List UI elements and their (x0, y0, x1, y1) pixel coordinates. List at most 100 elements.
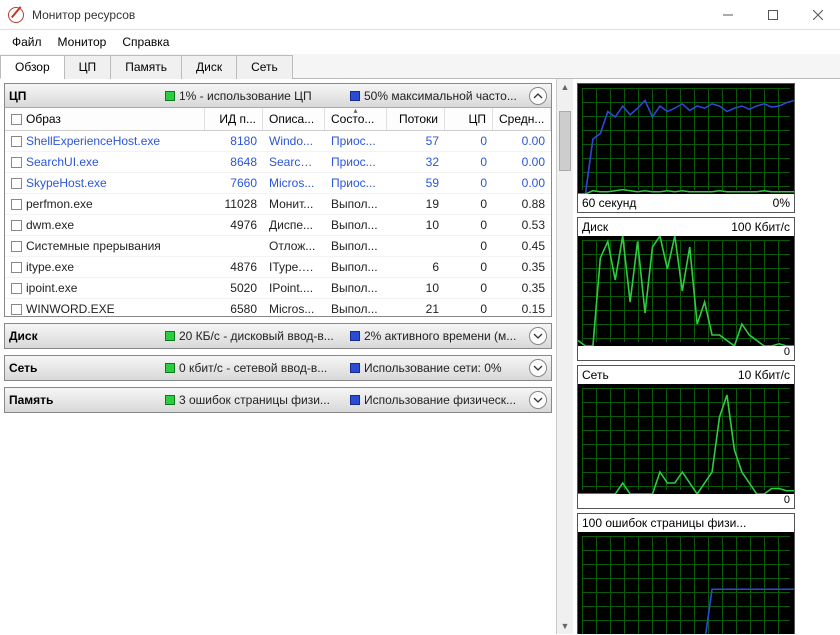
checkbox-all[interactable] (11, 114, 22, 125)
section-disk-header[interactable]: Диск 20 КБ/с - дисковый ввод-в... 2% акт… (5, 324, 551, 348)
row-checkbox[interactable] (11, 199, 22, 210)
col-avg[interactable]: Средн... (493, 108, 551, 130)
section-mem: Память 3 ошибок страницы физи... Использ… (4, 387, 552, 413)
section-disk-stat1: 20 КБ/с - дисковый ввод-в... (165, 329, 344, 343)
section-net-title: Сеть (9, 361, 159, 375)
table-row[interactable]: perfmon.exe11028Монит...Выпол...1900.88 (5, 194, 551, 215)
section-cpu-stat2: 50% максимальной часто... (350, 89, 529, 103)
section-mem-stat1: 3 ошибок страницы физи... (165, 393, 344, 407)
col-cpu[interactable]: ЦП (445, 108, 493, 130)
cpu-table-body[interactable]: ShellExperienceHost.exe8180Windo...Приос… (5, 131, 551, 316)
titlebar: Монитор ресурсов (0, 0, 840, 30)
section-disk-title: Диск (9, 329, 159, 343)
graph-footer-left: 60 секунд (582, 196, 636, 210)
row-checkbox[interactable] (11, 283, 22, 294)
tab-network[interactable]: Сеть (236, 55, 293, 79)
graph-box: 100 ошибок страницы физи... (577, 513, 795, 634)
menu-monitor[interactable]: Монитор (50, 33, 115, 51)
scroll-down-icon[interactable]: ▼ (557, 618, 573, 634)
right-pane: 60 секунд 0% Диск 100 Кбит/с 0 Сеть 10 Кбит/с 0… (573, 79, 803, 634)
graph-canvas (578, 384, 794, 494)
graph-box: Сеть 10 Кбит/с 0 (577, 365, 795, 509)
section-cpu: ЦП 1% - использование ЦП 50% максимально… (4, 83, 552, 317)
blue-square-icon (350, 395, 360, 405)
graph-canvas (578, 532, 794, 634)
maximize-button[interactable] (750, 0, 795, 30)
graph-footer-right: 0% (773, 196, 790, 210)
graph-canvas (578, 236, 794, 346)
table-row[interactable]: SearchUI.exe8648Search ...Приос...3200.0… (5, 152, 551, 173)
section-cpu-stat1: 1% - использование ЦП (165, 89, 344, 103)
row-checkbox[interactable] (11, 262, 22, 273)
expand-button[interactable] (529, 327, 547, 345)
graph-footer: 0 (578, 346, 794, 360)
col-status[interactable]: ▴Состо... (325, 108, 387, 130)
main: ЦП 1% - использование ЦП 50% максимально… (0, 79, 840, 634)
table-row[interactable]: WINWORD.EXE6580Micros...Выпол...2100.15 (5, 299, 551, 316)
tab-cpu[interactable]: ЦП (64, 55, 112, 79)
row-checkbox[interactable] (11, 241, 22, 252)
section-net-header[interactable]: Сеть 0 кбит/с - сетевой ввод-в... Исполь… (5, 356, 551, 380)
table-row[interactable]: itype.exe4876IType.exeВыпол...600.35 (5, 257, 551, 278)
section-net: Сеть 0 кбит/с - сетевой ввод-в... Исполь… (4, 355, 552, 381)
section-cpu-header[interactable]: ЦП 1% - использование ЦП 50% максимально… (5, 84, 551, 108)
green-square-icon (165, 91, 175, 101)
menu-file[interactable]: Файл (4, 33, 50, 51)
graph-title-left: 100 ошибок страницы физи... (582, 516, 746, 530)
collapse-button[interactable] (529, 87, 547, 105)
green-square-icon (165, 395, 175, 405)
tab-overview[interactable]: Обзор (0, 55, 65, 79)
section-cpu-title: ЦП (9, 89, 159, 103)
blue-square-icon (350, 91, 360, 101)
vertical-scrollbar[interactable]: ▲ ▼ (556, 79, 573, 634)
tab-disk[interactable]: Диск (181, 55, 237, 79)
row-checkbox[interactable] (11, 178, 22, 189)
row-checkbox[interactable] (11, 304, 22, 315)
graph-box: 60 секунд 0% (577, 83, 795, 213)
green-square-icon (165, 363, 175, 373)
section-mem-title: Память (9, 393, 159, 407)
close-button[interactable] (795, 0, 840, 30)
col-desc[interactable]: Описа... (263, 108, 325, 130)
table-row[interactable]: dwm.exe4976Диспе...Выпол...1000.53 (5, 215, 551, 236)
menubar: Файл Монитор Справка (0, 30, 840, 54)
section-disk-stat2: 2% активного времени (м... (350, 329, 529, 343)
blue-square-icon (350, 363, 360, 373)
graph-canvas (578, 84, 794, 194)
graph-title-right: 10 Кбит/с (738, 368, 790, 382)
window-title: Монитор ресурсов (32, 8, 705, 22)
col-threads[interactable]: Потоки (387, 108, 445, 130)
col-pid[interactable]: ИД п... (205, 108, 263, 130)
expand-button[interactable] (529, 391, 547, 409)
scroll-up-icon[interactable]: ▲ (557, 79, 573, 95)
app-icon (8, 7, 24, 23)
row-checkbox[interactable] (11, 136, 22, 147)
menu-help[interactable]: Справка (114, 33, 177, 51)
tabs: Обзор ЦП Память Диск Сеть (0, 54, 840, 79)
section-net-stat2: Использование сети: 0% (350, 361, 529, 375)
section-net-stat1: 0 кбит/с - сетевой ввод-в... (165, 361, 344, 375)
table-row[interactable]: ShellExperienceHost.exe8180Windo...Приос… (5, 131, 551, 152)
graph-title-left: Диск (582, 220, 608, 234)
table-row[interactable]: Системные прерыванияОтлож...Выпол...00.4… (5, 236, 551, 257)
section-mem-stat2: Использование физическ... (350, 393, 529, 407)
scroll-thumb[interactable] (559, 111, 571, 171)
minimize-button[interactable] (705, 0, 750, 30)
graph-footer: 0 (578, 494, 794, 508)
tab-memory[interactable]: Память (110, 55, 182, 79)
left-pane: ЦП 1% - использование ЦП 50% максимально… (0, 79, 556, 423)
row-checkbox[interactable] (11, 157, 22, 168)
graph-title-right: 100 Кбит/с (731, 220, 790, 234)
sort-indicator-icon: ▴ (353, 106, 357, 115)
col-image[interactable]: Образ (5, 108, 205, 130)
expand-button[interactable] (529, 359, 547, 377)
section-mem-header[interactable]: Память 3 ошибок страницы физи... Использ… (5, 388, 551, 412)
table-row[interactable]: SkypeHost.exe7660Micros...Приос...5900.0… (5, 173, 551, 194)
graph-box: Диск 100 Кбит/с 0 (577, 217, 795, 361)
graph-title-left: Сеть (582, 368, 609, 382)
row-checkbox[interactable] (11, 220, 22, 231)
cpu-table-header: Образ ИД п... Описа... ▴Состо... Потоки … (5, 108, 551, 131)
table-row[interactable]: ipoint.exe5020IPoint....Выпол...1000.35 (5, 278, 551, 299)
section-disk: Диск 20 КБ/с - дисковый ввод-в... 2% акт… (4, 323, 552, 349)
blue-square-icon (350, 331, 360, 341)
